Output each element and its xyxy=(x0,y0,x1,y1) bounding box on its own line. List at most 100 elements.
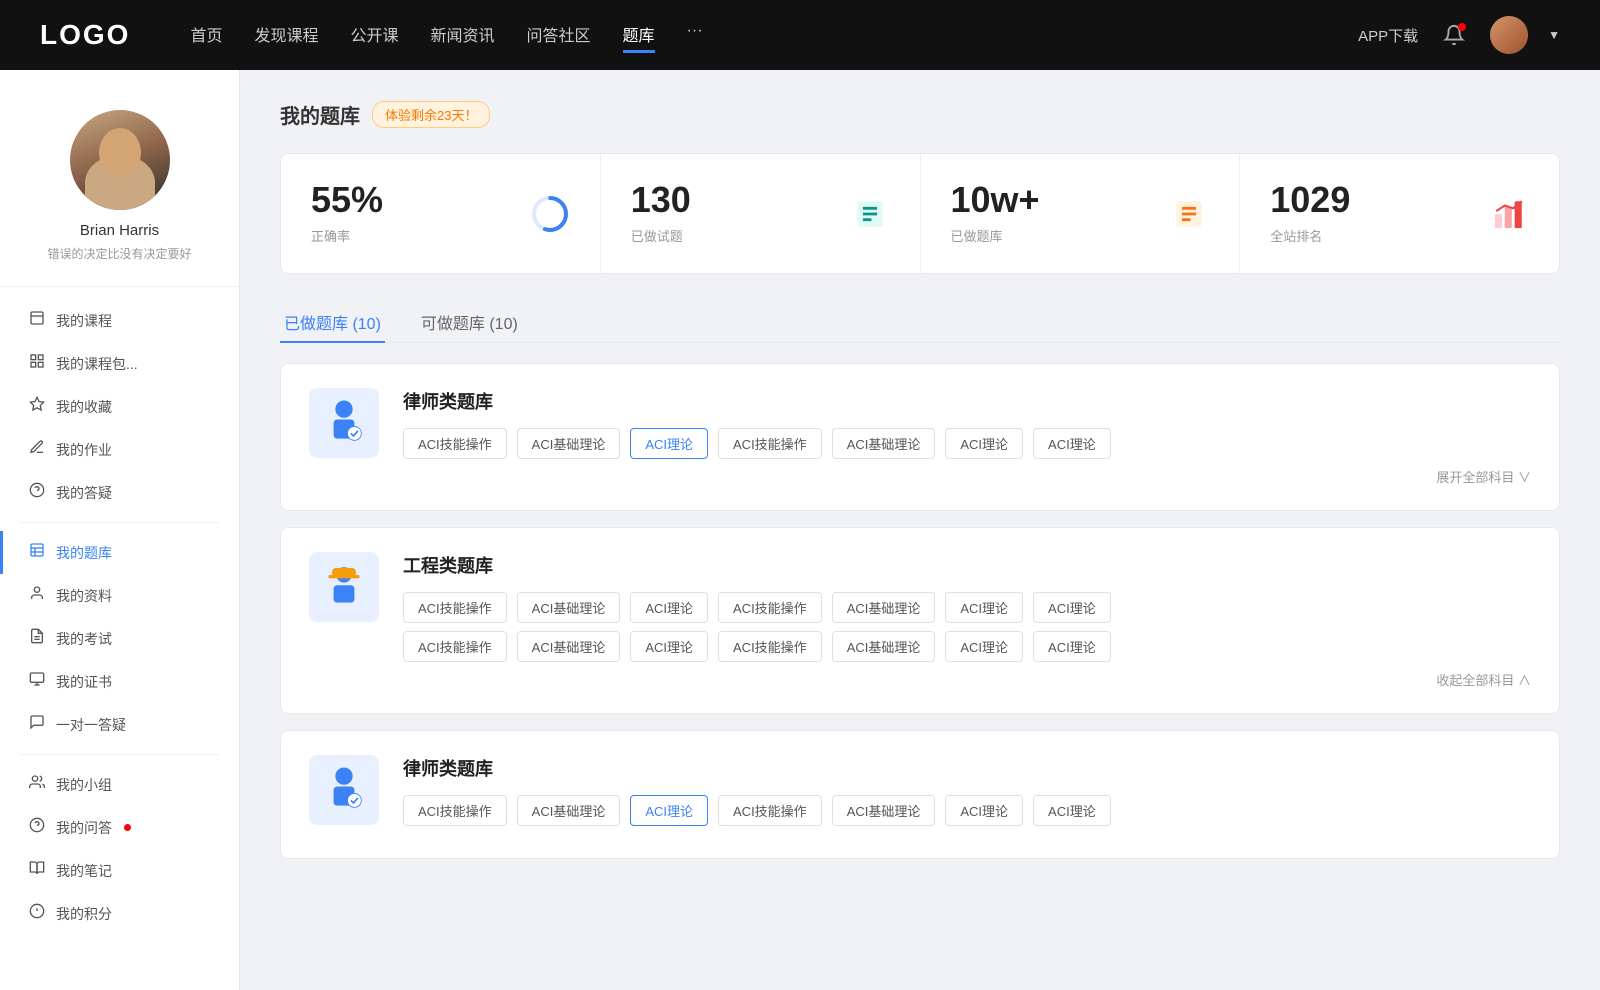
tutor-label: 一对一答疑 xyxy=(56,715,126,735)
sidebar-item-qbank[interactable]: 我的题库 xyxy=(0,531,239,574)
qbank-icon xyxy=(28,542,46,563)
done-questions-icon xyxy=(850,194,890,234)
sidebar-item-course-package[interactable]: 我的课程包... xyxy=(0,342,239,385)
accuracy-icon xyxy=(530,194,570,234)
sidebar-item-group[interactable]: 我的小组 xyxy=(0,763,239,806)
tag-lawyer1-2[interactable]: ACI基础理论 xyxy=(517,428,621,459)
nav-home[interactable]: 首页 xyxy=(190,18,222,53)
qbank-content-lawyer-1: 律师类题库 ACI技能操作 ACI基础理论 ACI理论 ACI技能操作 ACI基… xyxy=(403,388,1531,486)
tags-row-engineer-2: ACI技能操作 ACI基础理论 ACI理论 ACI技能操作 ACI基础理论 AC… xyxy=(403,631,1531,662)
tag-eng-2-2[interactable]: ACI基础理论 xyxy=(517,631,621,662)
sidebar-item-questions[interactable]: 我的问答 xyxy=(0,806,239,849)
tag-eng-2-7[interactable]: ACI理论 xyxy=(1033,631,1111,662)
tag-lawyer2-5[interactable]: ACI基础理论 xyxy=(832,795,936,826)
tag-lawyer2-4[interactable]: ACI技能操作 xyxy=(718,795,822,826)
certificate-label: 我的证书 xyxy=(56,672,112,692)
sidebar-item-exam[interactable]: 我的考试 xyxy=(0,617,239,660)
tag-lawyer1-1[interactable]: ACI技能操作 xyxy=(403,428,507,459)
tag-lawyer1-5[interactable]: ACI基础理论 xyxy=(832,428,936,459)
tag-eng-1-2[interactable]: ACI基础理论 xyxy=(517,592,621,623)
profile-avatar xyxy=(70,110,170,210)
accuracy-value: 55% xyxy=(311,182,383,218)
my-courses-icon xyxy=(28,310,46,331)
stat-done-questions: 130 已做试题 xyxy=(601,154,921,273)
points-label: 我的积分 xyxy=(56,904,112,924)
app-download-button[interactable]: APP下载 xyxy=(1358,25,1418,46)
tag-eng-1-1[interactable]: ACI技能操作 xyxy=(403,592,507,623)
notification-bell[interactable] xyxy=(1438,19,1470,51)
nav-right: APP下载 ▼ xyxy=(1358,16,1560,54)
user-name: Brian Harris xyxy=(80,222,159,239)
tag-eng-1-5[interactable]: ACI基础理论 xyxy=(832,592,936,623)
avatar-dropdown-icon[interactable]: ▼ xyxy=(1548,28,1560,42)
nav-qa[interactable]: 问答社区 xyxy=(527,18,591,53)
sidebar-item-qa[interactable]: 我的答疑 xyxy=(0,471,239,514)
nav-question-bank[interactable]: 题库 xyxy=(623,18,655,53)
done-banks-value: 10w+ xyxy=(951,182,1040,218)
tag-eng-2-6[interactable]: ACI理论 xyxy=(945,631,1023,662)
points-icon xyxy=(28,903,46,924)
tag-lawyer2-3[interactable]: ACI理论 xyxy=(630,795,708,826)
nav-more[interactable]: ··· xyxy=(687,18,703,53)
sidebar-item-favorites[interactable]: 我的收藏 xyxy=(0,385,239,428)
tag-eng-1-7[interactable]: ACI理论 xyxy=(1033,592,1111,623)
profile-label: 我的资料 xyxy=(56,586,112,606)
collapse-link-engineer[interactable]: 收起全部科目 ∧ xyxy=(403,670,1531,689)
tag-lawyer2-6[interactable]: ACI理论 xyxy=(945,795,1023,826)
sidebar-item-notes[interactable]: 我的笔记 xyxy=(0,849,239,892)
nav-open-course[interactable]: 公开课 xyxy=(350,18,398,53)
nav-news[interactable]: 新闻资讯 xyxy=(431,18,495,53)
tags-row-lawyer-2: ACI技能操作 ACI基础理论 ACI理论 ACI技能操作 ACI基础理论 AC… xyxy=(403,795,1531,826)
tag-eng-2-4[interactable]: ACI技能操作 xyxy=(718,631,822,662)
logo[interactable]: LOGO xyxy=(40,19,130,51)
exam-icon xyxy=(28,628,46,649)
accuracy-label: 正确率 xyxy=(311,226,383,245)
sidebar-item-certificate[interactable]: 我的证书 xyxy=(0,660,239,703)
exam-label: 我的考试 xyxy=(56,629,112,649)
qbank-content-engineer: 工程类题库 ACI技能操作 ACI基础理论 ACI理论 ACI技能操作 ACI基… xyxy=(403,552,1531,689)
tag-lawyer2-7[interactable]: ACI理论 xyxy=(1033,795,1111,826)
tag-eng-1-6[interactable]: ACI理论 xyxy=(945,592,1023,623)
qbank-title-lawyer-1: 律师类题库 xyxy=(403,388,1531,414)
tag-lawyer2-2[interactable]: ACI基础理论 xyxy=(517,795,621,826)
sidebar-item-tutor[interactable]: 一对一答疑 xyxy=(0,703,239,746)
course-package-label: 我的课程包... xyxy=(56,354,138,374)
tag-lawyer1-4[interactable]: ACI技能操作 xyxy=(718,428,822,459)
stat-ranking: 1029 全站排名 xyxy=(1240,154,1559,273)
tag-eng-1-4[interactable]: ACI技能操作 xyxy=(718,592,822,623)
sidebar: Brian Harris 错误的决定比没有决定要好 我的课程 我的课程包... xyxy=(0,70,240,990)
tag-lawyer1-3[interactable]: ACI理论 xyxy=(630,428,708,459)
tag-eng-2-3[interactable]: ACI理论 xyxy=(630,631,708,662)
tag-eng-2-5[interactable]: ACI基础理论 xyxy=(832,631,936,662)
sidebar-item-homework[interactable]: 我的作业 xyxy=(0,428,239,471)
tag-eng-1-3[interactable]: ACI理论 xyxy=(630,592,708,623)
nav-discover[interactable]: 发现课程 xyxy=(254,18,318,53)
notes-label: 我的笔记 xyxy=(56,861,112,881)
homework-label: 我的作业 xyxy=(56,440,112,460)
sidebar-item-points[interactable]: 我的积分 xyxy=(0,892,239,935)
expand-link-lawyer-1[interactable]: 展开全部科目 ∨ xyxy=(403,467,1531,486)
sidebar-item-profile[interactable]: 我的资料 xyxy=(0,574,239,617)
done-questions-value: 130 xyxy=(631,182,691,218)
done-questions-label: 已做试题 xyxy=(631,226,691,245)
qbank-icon-lawyer-1 xyxy=(309,388,379,458)
divider-2 xyxy=(20,754,219,755)
qbank-card-engineer: 工程类题库 ACI技能操作 ACI基础理论 ACI理论 ACI技能操作 ACI基… xyxy=(280,527,1560,714)
tag-lawyer1-6[interactable]: ACI理论 xyxy=(945,428,1023,459)
tabs-row: 已做题库 (10) 可做题库 (10) xyxy=(280,302,1560,343)
stat-accuracy: 55% 正确率 xyxy=(281,154,601,273)
sidebar-item-my-courses[interactable]: 我的课程 xyxy=(0,299,239,342)
tutor-icon xyxy=(28,714,46,735)
avatar[interactable] xyxy=(1490,16,1528,54)
qbank-content-lawyer-2: 律师类题库 ACI技能操作 ACI基础理论 ACI理论 ACI技能操作 ACI基… xyxy=(403,755,1531,834)
certificate-icon xyxy=(28,671,46,692)
favorites-label: 我的收藏 xyxy=(56,397,112,417)
tag-lawyer1-7[interactable]: ACI理论 xyxy=(1033,428,1111,459)
tab-available-banks[interactable]: 可做题库 (10) xyxy=(417,302,522,342)
profile-section: Brian Harris 错误的决定比没有决定要好 xyxy=(0,90,239,287)
qbank-card-lawyer-2: 律师类题库 ACI技能操作 ACI基础理论 ACI理论 ACI技能操作 ACI基… xyxy=(280,730,1560,859)
tag-lawyer2-1[interactable]: ACI技能操作 xyxy=(403,795,507,826)
tab-done-banks[interactable]: 已做题库 (10) xyxy=(280,302,385,342)
nav-links: 首页 发现课程 公开课 新闻资讯 问答社区 题库 ··· xyxy=(190,18,1318,53)
tag-eng-2-1[interactable]: ACI技能操作 xyxy=(403,631,507,662)
